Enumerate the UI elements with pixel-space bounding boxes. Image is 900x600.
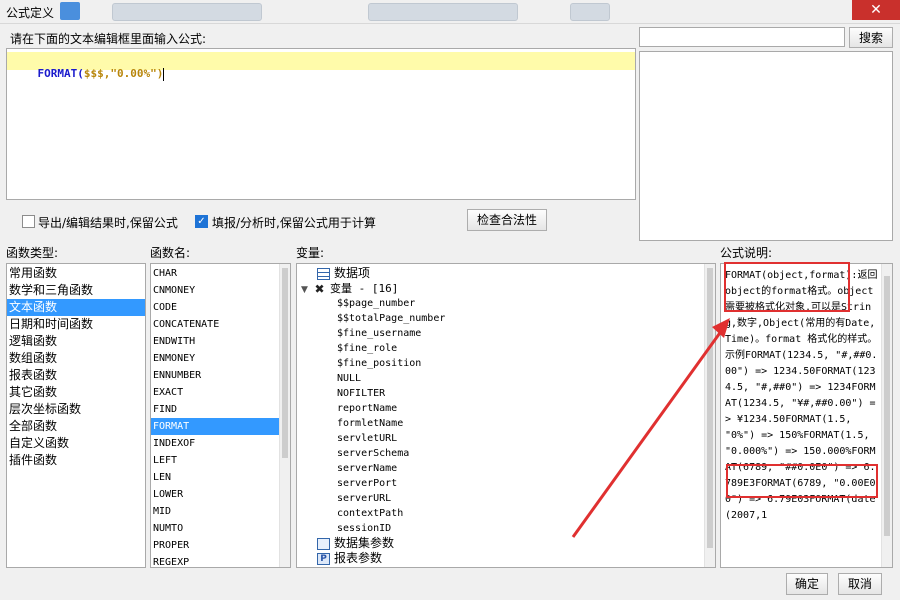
- cancel-button[interactable]: 取消: [838, 573, 882, 595]
- ok-button[interactable]: 确定: [786, 573, 828, 595]
- annotation-arrow: [571, 318, 730, 538]
